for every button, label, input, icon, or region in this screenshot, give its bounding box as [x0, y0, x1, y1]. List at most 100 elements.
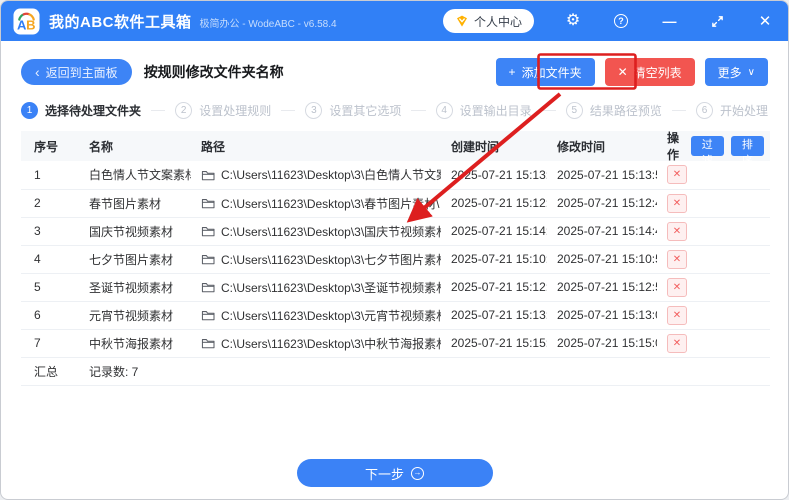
step-label: 设置其它选项	[329, 103, 402, 118]
settings-button[interactable]: ⚙	[564, 12, 582, 30]
step-divider	[281, 109, 296, 111]
x-icon: ✕	[617, 65, 628, 79]
step-item-5: 5 结果路径预览	[565, 101, 662, 119]
cell-path: C:\Users\11623\Desktop\3\中秋节海报素材\	[191, 329, 441, 358]
folder-icon	[201, 253, 215, 265]
step-item-1: 1 选择待处理文件夹	[21, 101, 142, 119]
step-label: 开始处理	[720, 103, 769, 118]
table-header-row: 序号 名称 路径 创建时间 修改时间 操作 过滤 排序	[21, 131, 770, 167]
toolbar: ‹ 返回到主面板 按规则修改文件夹名称 + 添加文件夹 ✕ 清空列表 更多 ∨	[21, 57, 768, 87]
cell-path-text: C:\Users\11623\Desktop\3\白色情人节文案素材\	[221, 168, 441, 183]
summary-label: 汇总	[21, 357, 79, 386]
cell-action: ✕	[657, 245, 770, 274]
col-header-action: 操作 过滤 排序	[657, 131, 770, 167]
step-number: 6	[696, 101, 714, 119]
cell-modified: 2025-07-21 15:15:08	[547, 329, 657, 358]
cell-path-text: C:\Users\11623\Desktop\3\七夕节图片素材\	[221, 252, 441, 267]
step-item-2: 2 设置处理规则	[175, 101, 271, 119]
minimize-icon: —	[662, 13, 677, 29]
table-row: 6 元宵节视频素材 C:\Users\11623\Desktop\3\元宵节视频…	[21, 301, 770, 330]
folder-icon	[201, 281, 215, 293]
filter-button[interactable]: 过滤	[690, 136, 724, 167]
steps-indicator: 1 选择待处理文件夹 2 设置处理规则 3 设置其它选项 4 设置输出目录 5 …	[21, 99, 768, 121]
cell-path: C:\Users\11623\Desktop\3\元宵节视频素材\	[191, 301, 441, 330]
step-number: 5	[565, 101, 583, 119]
step-divider	[541, 109, 556, 111]
cell-action: ✕	[657, 217, 770, 246]
cell-action: ✕	[657, 301, 770, 330]
cell-modified: 2025-07-21 15:13:07	[547, 301, 657, 330]
chevron-down-icon: ∨	[747, 66, 755, 78]
back-to-main-button[interactable]: ‹ 返回到主面板	[21, 59, 132, 85]
folder-icon	[201, 225, 215, 237]
folder-icon	[201, 309, 215, 321]
cell-created: 2025-07-21 15:10:53	[441, 245, 547, 274]
user-center-button[interactable]: 个人中心	[442, 9, 534, 33]
col-header-name: 名称	[79, 131, 191, 161]
cell-name: 元宵节视频素材	[79, 301, 191, 330]
cell-created: 2025-07-21 15:15:08	[441, 329, 547, 358]
folder-icon	[201, 169, 215, 181]
cell-modified: 2025-07-21 15:12:51	[547, 273, 657, 302]
next-step-label: 下一步	[364, 466, 404, 482]
svg-text:B: B	[26, 17, 35, 32]
cell-index: 1	[21, 161, 79, 190]
cell-action: ✕	[657, 161, 770, 190]
summary-row: 汇总 记录数: 7	[21, 357, 770, 386]
resize-icon	[711, 15, 724, 28]
col-header-modified: 修改时间	[547, 131, 657, 161]
delete-row-button[interactable]: ✕	[667, 333, 687, 353]
table-row: 4 七夕节图片素材 C:\Users\11623\Desktop\3\七夕节图片…	[21, 245, 770, 274]
delete-row-button[interactable]: ✕	[667, 249, 687, 269]
cell-index: 7	[21, 329, 79, 358]
step-number: 2	[175, 101, 193, 119]
delete-row-button[interactable]: ✕	[667, 277, 687, 297]
step-number: 3	[305, 101, 323, 119]
more-button[interactable]: 更多 ∨	[704, 58, 768, 86]
arrow-circle-icon: →	[411, 466, 424, 480]
step-item-4: 4 设置输出目录	[435, 101, 532, 119]
close-button[interactable]: ✕	[756, 12, 774, 30]
more-label: 更多	[717, 65, 742, 80]
next-step-button[interactable]: 下一步 →	[296, 459, 493, 487]
cell-path: C:\Users\11623\Desktop\3\白色情人节文案素材\	[191, 161, 441, 190]
step-label: 结果路径预览	[589, 103, 662, 118]
delete-row-button[interactable]: ✕	[667, 221, 687, 241]
col-header-created: 创建时间	[441, 131, 547, 161]
clear-list-button[interactable]: ✕ 清空列表	[604, 58, 695, 86]
delete-row-button[interactable]: ✕	[667, 305, 687, 325]
cell-path: C:\Users\11623\Desktop\3\七夕节图片素材\	[191, 245, 441, 274]
action-header-label: 操作	[667, 131, 680, 162]
minimize-button[interactable]: —	[660, 12, 678, 30]
clear-list-label: 清空列表	[633, 65, 682, 80]
sort-button[interactable]: 排序	[730, 136, 764, 167]
table-row: 1 白色情人节文案素材 C:\Users\11623\Desktop\3\白色情…	[21, 161, 770, 190]
delete-row-button[interactable]: ✕	[667, 165, 687, 185]
cell-path-text: C:\Users\11623\Desktop\3\春节图片素材\	[221, 196, 440, 211]
user-center-label: 个人中心	[473, 14, 522, 29]
cell-name: 七夕节图片素材	[79, 245, 191, 274]
app-logo-icon: A B	[13, 7, 40, 35]
cell-path: C:\Users\11623\Desktop\3\国庆节视频素材\	[191, 217, 441, 246]
step-number: 1	[21, 101, 38, 119]
cell-name: 圣诞节视频素材	[79, 273, 191, 302]
resize-button[interactable]	[708, 12, 726, 30]
back-button-label: 返回到主面板	[45, 65, 118, 80]
folder-icon	[201, 197, 215, 209]
cell-name: 春节图片素材	[79, 189, 191, 218]
table-body: 1 白色情人节文案素材 C:\Users\11623\Desktop\3\白色情…	[21, 161, 770, 358]
cell-path: C:\Users\11623\Desktop\3\春节图片素材\	[191, 189, 441, 218]
cell-action: ✕	[657, 329, 770, 358]
help-button[interactable]: ?	[612, 12, 630, 30]
add-folder-button[interactable]: + 添加文件夹	[495, 58, 595, 86]
delete-row-button[interactable]: ✕	[667, 193, 687, 213]
step-label: 选择待处理文件夹	[45, 103, 142, 118]
step-divider	[151, 109, 166, 111]
cell-index: 6	[21, 301, 79, 330]
cell-path-text: C:\Users\11623\Desktop\3\圣诞节视频素材\	[221, 280, 441, 295]
cell-index: 5	[21, 273, 79, 302]
col-header-index: 序号	[21, 131, 79, 161]
cell-path-text: C:\Users\11623\Desktop\3\元宵节视频素材\	[221, 308, 441, 323]
cell-created: 2025-07-21 15:13:07	[441, 301, 547, 330]
cell-index: 3	[21, 217, 79, 246]
